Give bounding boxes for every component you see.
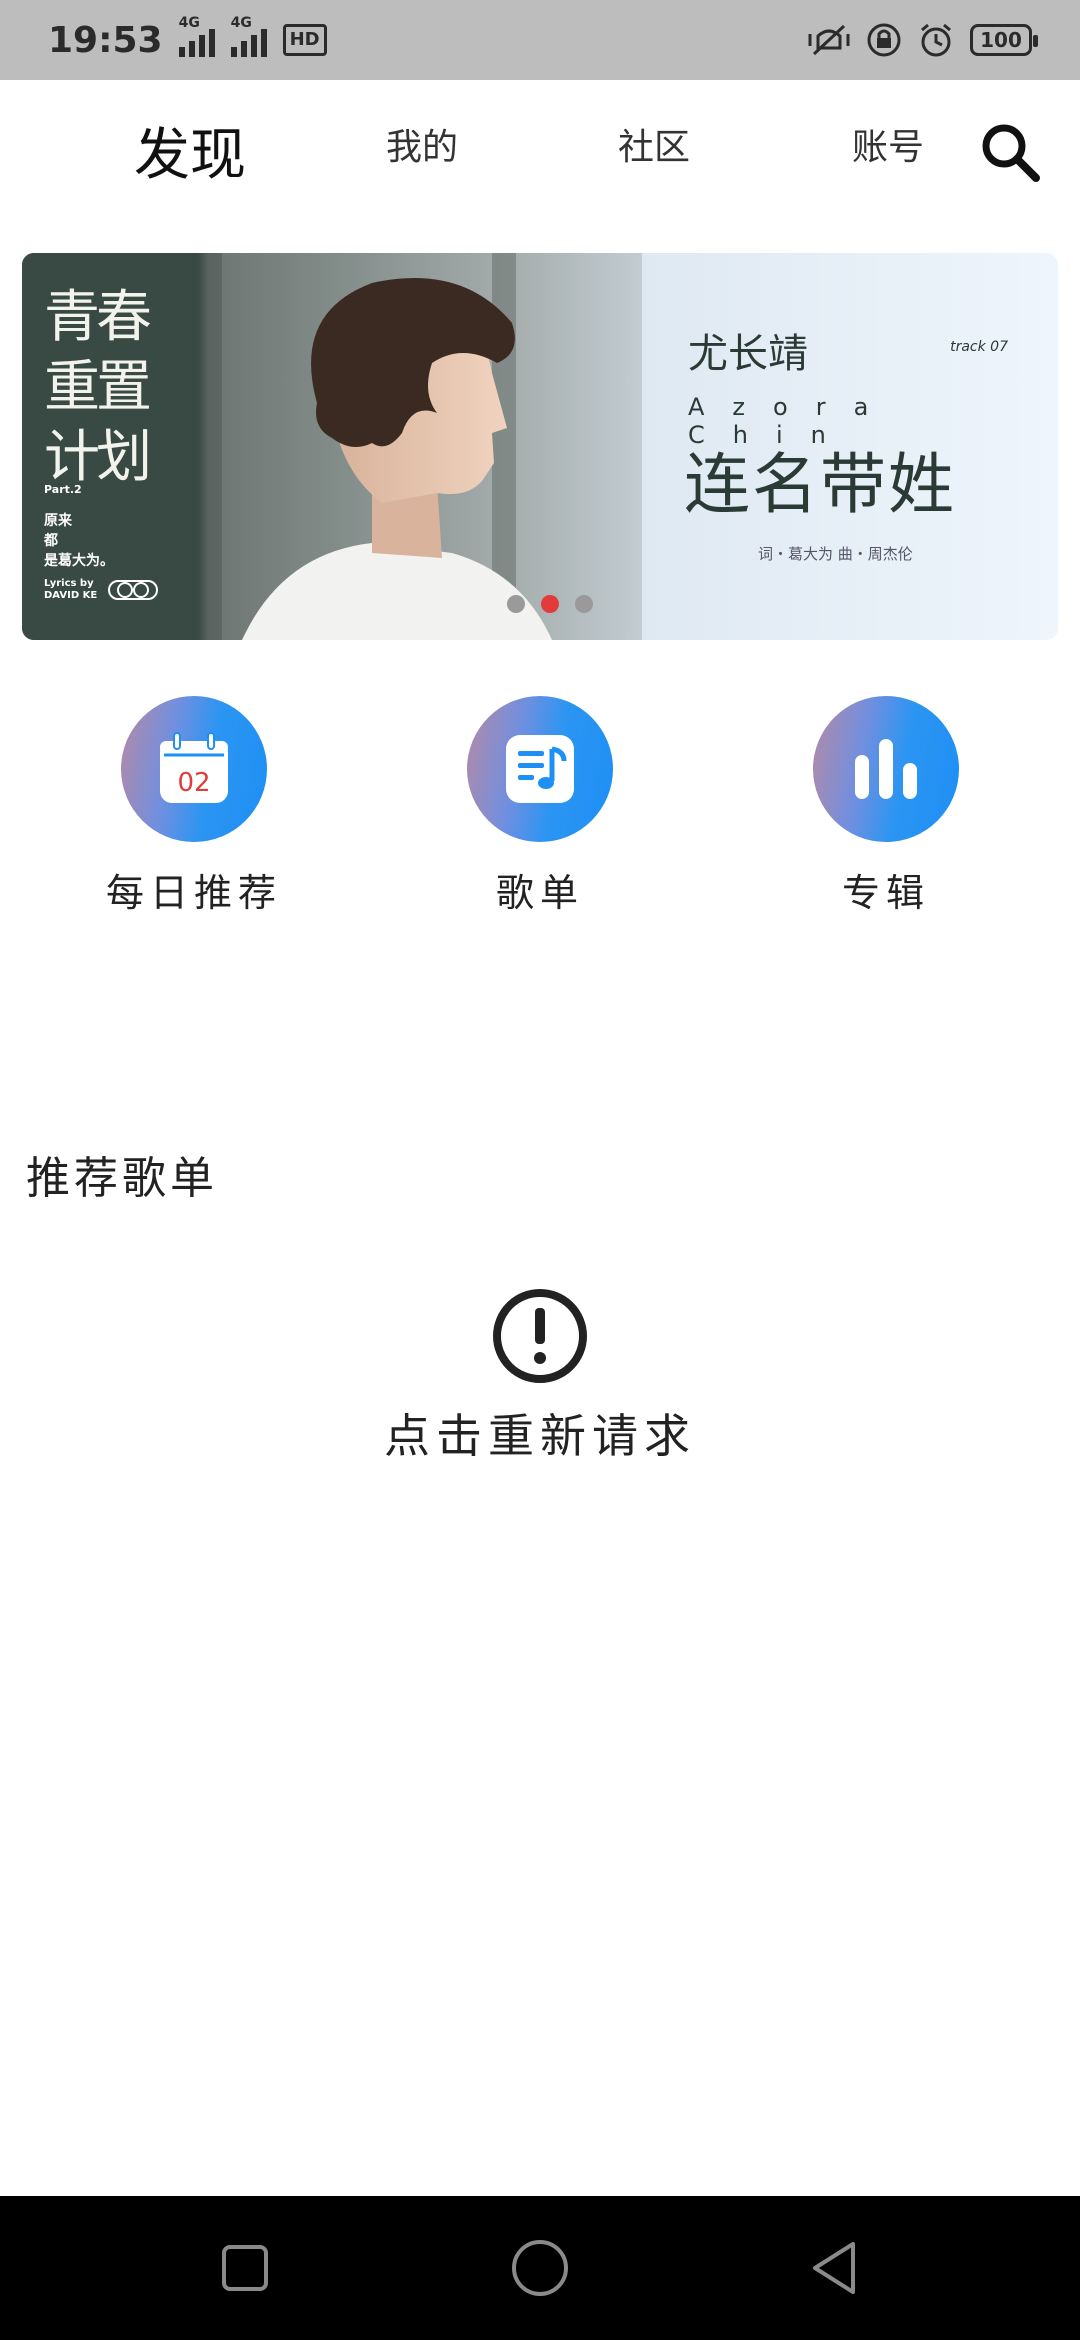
banner-line: 原来 bbox=[44, 513, 72, 529]
status-right: 100 bbox=[808, 22, 1038, 58]
banner-carousel[interactable]: 青春重置计划 Part.2 原来 都 是葛大为。 Lyrics by DAVID… bbox=[22, 253, 1058, 640]
tab-mine[interactable]: 我的 bbox=[386, 118, 458, 170]
playlist-label: 歌单 bbox=[495, 871, 584, 915]
quick-entries: 02 每日推荐 歌单 专辑 bbox=[0, 696, 1080, 916]
retry-text: 点击重新请求 bbox=[384, 1409, 696, 1463]
network-type-2: 4G bbox=[230, 15, 252, 31]
top-nav: 发现 我的 社区 账号 bbox=[0, 80, 1080, 226]
daily-recommend-circle: 02 bbox=[121, 696, 267, 842]
exclamation-circle-icon bbox=[493, 1289, 587, 1383]
network-type-1: 4G bbox=[178, 15, 200, 31]
banner-line: 都 bbox=[44, 533, 58, 549]
playlist-circle bbox=[467, 696, 613, 842]
daily-recommend-label: 每日推荐 bbox=[105, 871, 282, 915]
carousel-dot-active[interactable] bbox=[541, 595, 559, 613]
bar-chart-icon bbox=[855, 739, 917, 799]
battery-icon: 100 bbox=[970, 24, 1038, 56]
hd-voice-icon: HD bbox=[282, 24, 327, 56]
banner-song-title: 连名带姓 bbox=[684, 446, 956, 523]
carousel-indicator bbox=[507, 595, 593, 613]
lyricist-name: DAVID KE bbox=[44, 590, 98, 601]
status-left: 19:53 4G 4G HD bbox=[48, 15, 327, 61]
vibrate-mute-icon bbox=[808, 24, 850, 56]
daily-recommend-button[interactable]: 02 每日推荐 bbox=[64, 696, 324, 917]
section-title: 推荐歌单 bbox=[26, 1153, 218, 1204]
lyrics-by-label: Lyrics by bbox=[44, 578, 94, 589]
search-icon bbox=[982, 124, 1040, 182]
banner-line: 是葛大为。 bbox=[44, 553, 114, 569]
banner-lines: 原来 都 是葛大为。 bbox=[44, 511, 114, 571]
status-bar: 19:53 4G 4G HD 100 bbox=[0, 0, 1080, 80]
banner-album-title: 青春重置计划 bbox=[44, 285, 152, 490]
home-icon[interactable] bbox=[510, 2238, 570, 2298]
alarm-icon bbox=[921, 23, 951, 57]
tab-discover[interactable]: 发现 bbox=[134, 110, 246, 191]
loop-logo-icon bbox=[108, 580, 158, 600]
banner-artist-photo bbox=[222, 253, 642, 640]
banner-track: track 07 bbox=[950, 339, 1008, 355]
banner-lyrics-credit: Lyrics by DAVID KE bbox=[44, 578, 97, 602]
banner-left-panel: 青春重置计划 Part.2 原来 都 是葛大为。 Lyrics by DAVID… bbox=[22, 253, 197, 640]
carousel-dot[interactable] bbox=[575, 595, 593, 613]
banner-part: Part.2 bbox=[44, 483, 82, 496]
album-circle bbox=[813, 696, 959, 842]
system-nav-bar bbox=[0, 2196, 1080, 2340]
retry-request-button[interactable]: 点击重新请求 bbox=[0, 1286, 1080, 1466]
album-button[interactable]: 专辑 bbox=[756, 696, 1016, 917]
status-time: 19:53 bbox=[48, 19, 163, 61]
lock-rotation-icon bbox=[867, 23, 901, 57]
tab-account[interactable]: 账号 bbox=[852, 118, 924, 170]
banner-right-panel: 尤长靖 track 07 Azora Chin 连名带姓 词・葛大为 曲・周杰伦 bbox=[662, 253, 1058, 640]
signal-icon-2: 4G bbox=[230, 15, 267, 57]
playlist-icon bbox=[506, 735, 574, 803]
calendar-icon: 02 bbox=[160, 732, 228, 803]
banner-credits: 词・葛大为 曲・周杰伦 bbox=[758, 545, 913, 563]
back-icon[interactable] bbox=[805, 2238, 865, 2298]
search-button[interactable] bbox=[978, 120, 1042, 184]
recent-apps-icon[interactable] bbox=[215, 2238, 275, 2298]
album-label: 专辑 bbox=[841, 871, 930, 915]
banner-artist-cn: 尤长靖 bbox=[688, 331, 808, 377]
signal-icon: 4G bbox=[178, 15, 215, 57]
carousel-dot[interactable] bbox=[507, 595, 525, 613]
tab-community[interactable]: 社区 bbox=[618, 118, 690, 170]
playlist-button[interactable]: 歌单 bbox=[410, 696, 670, 917]
calendar-day: 02 bbox=[177, 768, 210, 798]
